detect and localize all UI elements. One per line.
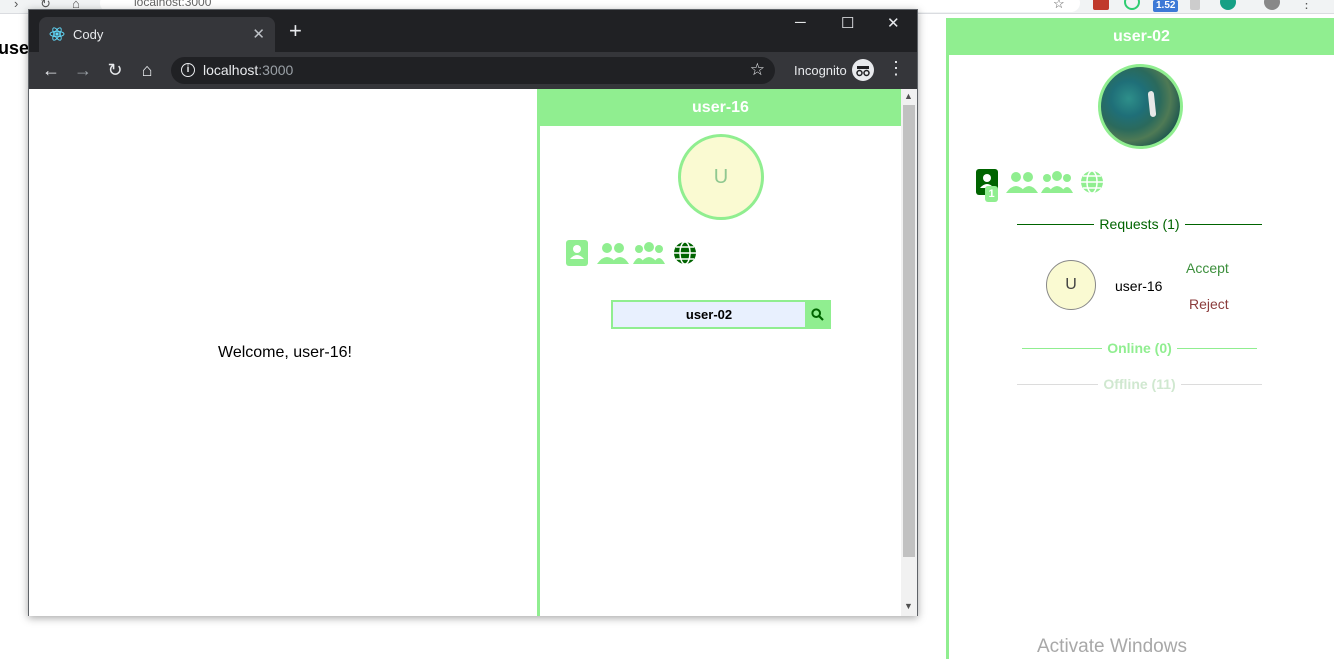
requests-label: Requests (1) [1099, 216, 1180, 232]
user-friends-icon[interactable] [597, 239, 629, 267]
bookmark-star-icon[interactable]: ☆ [750, 60, 765, 80]
search-input[interactable] [613, 302, 805, 327]
users-group-icon[interactable] [633, 239, 665, 267]
request-count-badge: 1 [985, 186, 998, 202]
welcome-message: Welcome, user-16! [218, 344, 352, 361]
inner-user-panel: user-16 U [537, 89, 901, 616]
online-section-header[interactable]: Online (0) [1022, 340, 1257, 356]
offline-section-header[interactable]: Offline (11) [1017, 376, 1263, 392]
bg-forward-icon[interactable]: › [14, 0, 18, 11]
incognito-label: Incognito [794, 63, 847, 78]
minimize-icon[interactable]: ─ [795, 14, 806, 31]
user-friends-icon[interactable] [1006, 168, 1038, 196]
reload-icon[interactable]: ↻ [103, 59, 127, 83]
page-viewport: Welcome, user-16! user-16 U user-02 ▲ ▼ [29, 89, 917, 616]
inner-panel-header: user-16 [540, 89, 901, 126]
home-icon[interactable]: ⌂ [135, 59, 159, 83]
bg-extension-icon[interactable] [1220, 0, 1236, 10]
scrollbar-thumb[interactable] [903, 105, 915, 557]
globe-icon[interactable] [669, 239, 701, 267]
tab-title: Cody [73, 27, 104, 42]
browser-toolbar: ← → ↻ ⌂ i localhost:3000 ☆ Incognito ⋮ [29, 52, 917, 89]
bg-profile-icon[interactable] [1264, 0, 1280, 10]
online-label: Online (0) [1107, 340, 1172, 356]
new-tab-button[interactable]: + [289, 20, 302, 42]
requests-section-header[interactable]: Requests (1) [1017, 216, 1262, 232]
bg-bookmark-star-icon[interactable]: ☆ [1053, 0, 1065, 12]
address-bar[interactable]: i localhost:3000 ☆ [171, 57, 775, 84]
tab-cody[interactable]: Cody ✕ [39, 17, 275, 52]
scroll-down-arrow-icon[interactable]: ▼ [904, 601, 913, 611]
bg-extension-icon[interactable] [1093, 0, 1109, 10]
outer-panel-header: user-02 [949, 18, 1334, 55]
react-logo-icon [49, 27, 65, 41]
reject-button[interactable]: Reject [1189, 296, 1229, 312]
offline-label: Offline (11) [1103, 376, 1176, 392]
incognito-browser-window: Cody ✕ + ─ ☐ ✕ ← → ↻ ⌂ i localhost:3000 … [28, 9, 918, 616]
accept-button[interactable]: Accept [1186, 260, 1229, 276]
maximize-icon[interactable]: ☐ [841, 14, 854, 32]
globe-icon[interactable] [1076, 168, 1108, 196]
incognito-icon[interactable] [852, 59, 874, 81]
scroll-up-arrow-icon[interactable]: ▲ [904, 91, 913, 101]
search-icon [810, 308, 824, 321]
avatar: U [1046, 260, 1096, 310]
contact-book-icon[interactable] [561, 239, 593, 267]
bg-extension-badge[interactable]: 1.52 [1153, 0, 1179, 12]
back-icon[interactable]: ← [39, 59, 63, 83]
users-group-icon[interactable] [1041, 168, 1073, 196]
user-search [611, 300, 831, 329]
avatar[interactable]: U [678, 134, 764, 220]
contact-book-icon[interactable]: 1 [971, 168, 1003, 202]
outer-profile-avatar[interactable] [1098, 64, 1183, 149]
bg-extension-icon[interactable] [1190, 0, 1200, 10]
close-window-icon[interactable]: ✕ [887, 14, 900, 32]
info-icon[interactable]: i [181, 63, 195, 77]
bg-extension-icon[interactable] [1124, 0, 1140, 10]
tab-close-icon[interactable]: ✕ [252, 25, 265, 43]
search-button[interactable] [805, 302, 829, 327]
browser-menu-icon[interactable]: ⋮ [887, 58, 905, 79]
url-text: localhost:3000 [203, 62, 294, 78]
outer-user-panel: user-02 1 Requests (1) U user-16 Accept … [946, 18, 1334, 659]
vertical-scrollbar[interactable]: ▲ ▼ [901, 89, 917, 616]
activate-windows-watermark: Activate Windows [1037, 636, 1187, 657]
inner-nav-icons [561, 239, 701, 267]
request-username: user-16 [1115, 278, 1163, 294]
bg-menu-icon[interactable]: ⋮ [1300, 0, 1313, 12]
tab-strip: Cody ✕ + ─ ☐ ✕ [29, 10, 917, 52]
list-item: U user-16 Accept Reject [1046, 258, 1286, 312]
forward-icon[interactable]: → [71, 59, 95, 83]
outer-nav-icons: 1 [971, 168, 1108, 202]
